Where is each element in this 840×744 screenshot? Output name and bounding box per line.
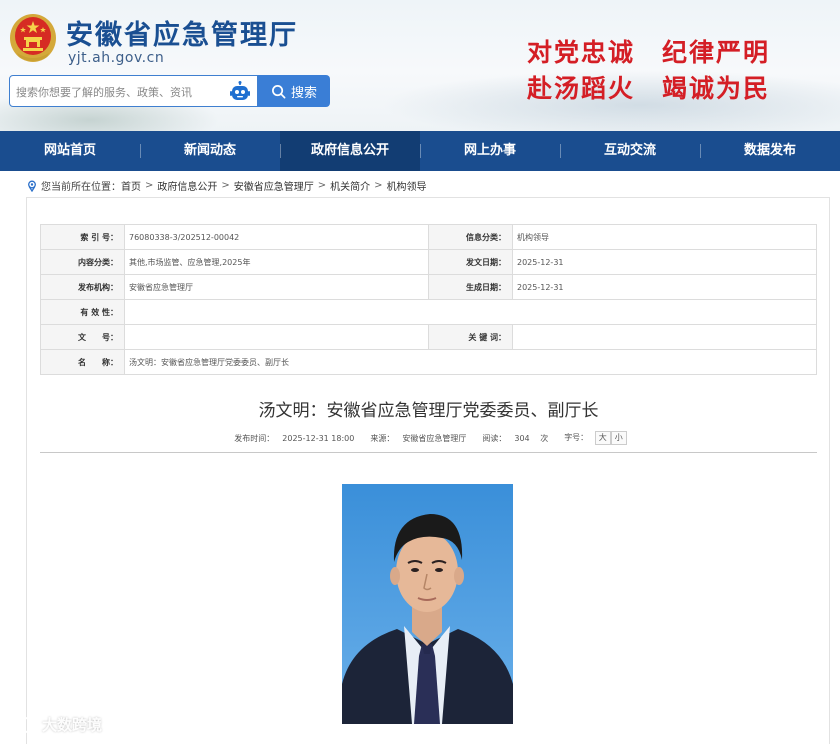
watermark: 大数跨境 <box>8 714 102 735</box>
breadcrumb-gov-info[interactable]: 政府信息公开 <box>157 178 217 193</box>
content-class-label: 内容分类： <box>40 249 125 275</box>
index-value: 76080338-3/202512-00042 <box>124 224 429 250</box>
validity-value <box>124 299 817 325</box>
info-table: 索 引 号： 76080338-3/202512-00042 信息分类： 机构领… <box>40 224 817 375</box>
table-row: 文 号： 关 键 词： <box>40 324 817 350</box>
search-icon <box>272 84 286 98</box>
watermark-logo-icon <box>9 716 36 733</box>
site-title: 安徽省应急管理厅 <box>66 20 298 51</box>
national-emblem-icon <box>10 14 56 62</box>
slogan-4: 竭诚为民 <box>662 74 771 103</box>
article-title: 汤文明：安徽省应急管理厅党委委员、副厅长 <box>258 401 599 421</box>
publish-time: 发布时间： 2025-12-31 18:00 <box>230 433 358 444</box>
location-icon <box>28 180 36 192</box>
search-button[interactable]: 搜索 <box>258 75 330 107</box>
search-button-label: 搜索 <box>290 85 317 101</box>
content-class-value: 其他,市场监管、应急管理,2025年 <box>124 249 429 275</box>
index-label: 索 引 号： <box>40 224 125 250</box>
font-size-label: 字号： <box>564 433 589 442</box>
source-label: 来源： <box>370 433 395 443</box>
publisher-label: 发布机构： <box>40 274 125 300</box>
site-header: 安徽省应急管理厅 yjt.ah.gov.cn 搜索 对党忠诚 纪律严明 赴汤蹈火… <box>0 0 840 131</box>
category-label: 信息分类： <box>428 224 513 250</box>
doc-number-value <box>124 324 429 350</box>
table-row: 名 称： 汤文明：安徽省应急管理厅党委委员、副厅长 <box>40 349 817 375</box>
name-value: 汤文明：安徽省应急管理厅党委委员、副厅长 <box>124 349 817 375</box>
article-meta: 发布时间： 2025-12-31 18:00 来源： 安徽省应急管理厅 阅读： 304… <box>40 431 817 445</box>
nav-item-online-services[interactable]: 网上办事 <box>420 131 560 171</box>
breadcrumb-separator: > <box>317 180 327 191</box>
breadcrumb-separator: > <box>221 180 230 191</box>
site-domain: yjt.ah.gov.cn <box>68 50 165 66</box>
article-divider <box>40 452 817 453</box>
table-row: 发布机构： 安徽省应急管理厅 生成日期： 2025-12-31 <box>40 274 817 300</box>
breadcrumb-home[interactable]: 首页 <box>121 178 141 193</box>
breadcrumb-separator: > <box>145 180 154 191</box>
nav-item-news[interactable]: 新闻动态 <box>140 131 280 171</box>
category-value: 机构领导 <box>512 224 817 250</box>
breadcrumb-leadership[interactable]: 机构领导 <box>387 178 427 193</box>
nav-item-interaction[interactable]: 互动交流 <box>560 131 700 171</box>
nav-item-gov-info[interactable]: 政府信息公开 <box>280 131 420 171</box>
validity-label: 有 效 性： <box>40 299 125 325</box>
breadcrumb: 您当前所在位置： 首页 > 政府信息公开 > 安徽省应急管理厅 > 机关简介 >… <box>26 178 427 193</box>
issue-date-label: 发文日期： <box>428 249 513 275</box>
font-small-button[interactable]: 小 <box>610 431 627 445</box>
read-count-label: 阅读： <box>482 433 507 443</box>
nav-item-home[interactable]: 网站首页 <box>0 131 140 171</box>
publisher-value: 安徽省应急管理厅 <box>124 274 429 300</box>
read-count: 阅读： 304 次 <box>478 433 552 444</box>
read-count-value: 304 <box>514 433 530 443</box>
font-size-control: 字号： 大小 <box>560 431 627 445</box>
official-portrait <box>342 484 513 724</box>
breadcrumb-org-profile[interactable]: 机关简介 <box>330 178 370 193</box>
watermark-text: 大数跨境 <box>42 716 103 734</box>
main-nav: 网站首页 新闻动态 政府信息公开 网上办事 互动交流 数据发布 <box>0 131 840 171</box>
table-row: 有 效 性： <box>40 299 817 325</box>
table-row: 内容分类： 其他,市场监管、应急管理,2025年 发文日期： 2025-12-3… <box>40 249 817 275</box>
read-count-unit: 次 <box>540 433 549 443</box>
search-input[interactable] <box>16 82 216 102</box>
search-box <box>9 75 258 107</box>
breadcrumb-separator: > <box>374 180 383 191</box>
publish-time-label: 发布时间： <box>234 433 275 443</box>
source: 来源： 安徽省应急管理厅 <box>366 433 470 444</box>
breadcrumb-prefix: 您当前所在位置： <box>41 182 121 193</box>
robot-assistant-icon[interactable] <box>228 80 252 104</box>
keywords-label: 关 键 词： <box>428 324 513 350</box>
generated-date-value: 2025-12-31 <box>512 274 817 300</box>
font-large-button[interactable]: 大 <box>594 431 611 445</box>
issue-date-value: 2025-12-31 <box>512 249 817 275</box>
slogan-3: 赴汤蹈火 <box>527 74 636 103</box>
keywords-value <box>512 324 817 350</box>
generated-date-label: 生成日期： <box>428 274 513 300</box>
slogan-2: 纪律严明 <box>662 38 771 67</box>
source-value: 安徽省应急管理厅 <box>402 433 467 443</box>
nav-item-data-release[interactable]: 数据发布 <box>700 131 840 171</box>
name-label: 名 称： <box>40 349 125 375</box>
slogan-1: 对党忠诚 <box>527 38 636 67</box>
publish-time-value: 2025-12-31 18:00 <box>282 433 355 443</box>
breadcrumb-department[interactable]: 安徽省应急管理厅 <box>234 178 314 193</box>
doc-number-label: 文 号： <box>40 324 125 350</box>
table-row: 索 引 号： 76080338-3/202512-00042 信息分类： 机构领… <box>40 224 817 250</box>
